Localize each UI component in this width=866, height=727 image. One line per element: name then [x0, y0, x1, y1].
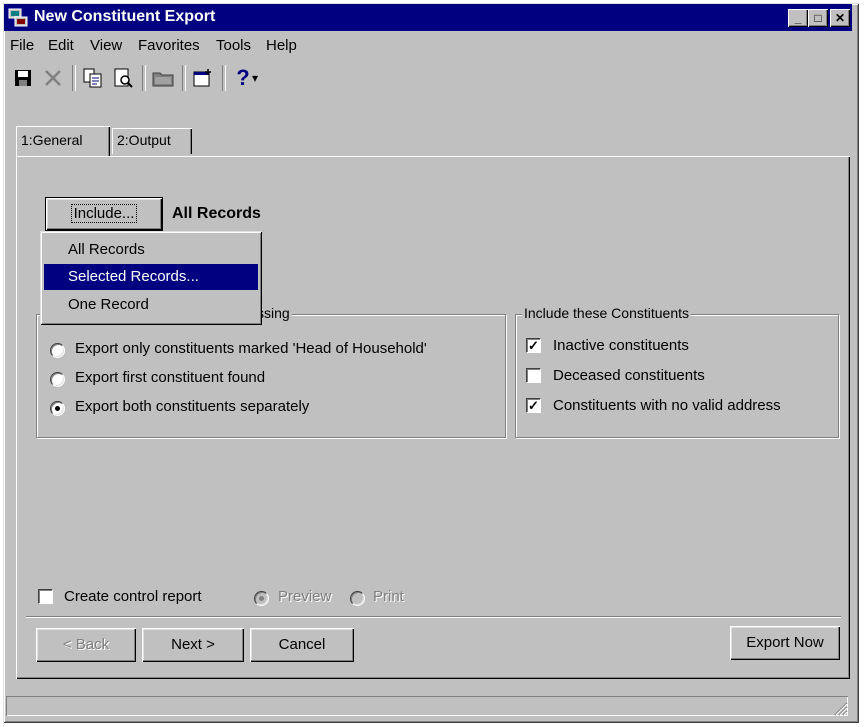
toolbar-separator [222, 65, 226, 91]
radio-both-separately-label: Export both constituents separately [75, 398, 310, 415]
back-button[interactable]: < Back [36, 628, 136, 662]
bottom-separator [26, 616, 841, 618]
dropdown-item-all-records[interactable]: All Records [44, 237, 258, 263]
dropdown-item-all-records-label: All Records [68, 241, 145, 258]
checkbox-control-report-label: Create control report [64, 588, 202, 605]
radio-print-label: Print [373, 588, 404, 605]
radio-head-of-household-label: Export only constituents marked 'Head of… [75, 340, 427, 357]
include-button[interactable]: Include... [45, 197, 163, 231]
cancel-button-label: Cancel [278, 636, 326, 653]
tab-general[interactable]: 1:General [16, 126, 110, 156]
checkbox-deceased-label: Deceased constituents [553, 367, 705, 384]
toolbar-separator [142, 65, 146, 91]
toolbar-separator [182, 65, 186, 91]
back-button-label: < Back [62, 636, 110, 653]
radio-print[interactable] [350, 591, 365, 606]
checkbox-deceased[interactable] [526, 368, 541, 383]
checkbox-no-valid-address-check: ✓ [528, 398, 539, 413]
checkbox-inactive[interactable]: ✓ [526, 338, 541, 353]
menu-view[interactable]: View [90, 37, 122, 54]
next-button-label: Next > [171, 636, 215, 653]
menu-favorites[interactable]: Favorites [138, 37, 200, 54]
tab-output[interactable]: 2:Output [112, 128, 192, 154]
menu-tools[interactable]: Tools [216, 37, 251, 54]
tab-general-label: 1:General [21, 132, 83, 148]
help-dropdown-icon[interactable]: ▾ [252, 66, 266, 90]
dropdown-item-selected-records[interactable]: Selected Records... [44, 264, 258, 290]
toolbar-separator [72, 65, 76, 91]
menu-help[interactable]: Help [266, 37, 297, 54]
radio-preview-label: Preview [278, 588, 332, 605]
checkbox-control-report[interactable] [38, 589, 53, 604]
status-pane [6, 696, 848, 716]
checkbox-no-valid-address-label: Constituents with no valid address [553, 397, 781, 414]
cancel-button[interactable]: Cancel [250, 628, 354, 662]
delete-icon[interactable] [40, 66, 66, 90]
radio-first-constituent-label: Export first constituent found [75, 369, 266, 386]
maximize-button[interactable]: □ [808, 9, 828, 27]
close-icon: ✕ [834, 11, 846, 25]
include-constituents-legend: Include these Constituents [522, 305, 691, 321]
export-app-icon [8, 8, 28, 27]
radio-first-constituent[interactable] [50, 372, 65, 387]
export-now-button[interactable]: Export Now [730, 626, 840, 660]
folder-icon[interactable] [150, 66, 176, 90]
tab-output-label: 2:Output [117, 132, 171, 148]
resize-grip-icon[interactable] [834, 702, 848, 716]
radio-preview[interactable] [254, 591, 269, 606]
menu-edit[interactable]: Edit [48, 37, 74, 54]
checkbox-inactive-check: ✓ [528, 338, 539, 353]
radio-head-of-household[interactable] [50, 343, 65, 358]
copy-icon[interactable] [80, 66, 106, 90]
preview-icon[interactable] [110, 66, 136, 90]
menu-file[interactable]: File [10, 37, 34, 54]
status-bar [4, 694, 852, 718]
checkbox-no-valid-address[interactable]: ✓ [526, 398, 541, 413]
properties-icon[interactable] [190, 66, 216, 90]
dropdown-item-selected-records-label: Selected Records... [68, 268, 199, 285]
dropdown-item-one-record[interactable]: One Record [44, 292, 258, 318]
checkbox-inactive-label: Inactive constituents [553, 337, 689, 354]
title-bar: New Constituent Export _ □ ✕ [4, 4, 852, 31]
minimize-button[interactable]: _ [788, 9, 808, 27]
save-icon[interactable] [10, 66, 36, 90]
include-button-label: Include... [70, 204, 138, 223]
window-title: New Constituent Export [34, 8, 216, 25]
minimize-icon: _ [794, 11, 802, 25]
next-button[interactable]: Next > [142, 628, 244, 662]
export-now-button-label: Export Now [746, 634, 824, 651]
dropdown-item-one-record-label: One Record [68, 296, 149, 313]
toolbar: ? ▾ [4, 62, 852, 94]
include-dropdown-menu: All Records Selected Records... One Reco… [40, 231, 262, 325]
close-button[interactable]: ✕ [830, 9, 850, 27]
maximize-icon: □ [814, 11, 822, 25]
menu-bar: File Edit View Favorites Tools Help [4, 33, 852, 59]
radio-both-separately[interactable] [50, 401, 65, 416]
include-current-value: All Records [172, 205, 261, 222]
